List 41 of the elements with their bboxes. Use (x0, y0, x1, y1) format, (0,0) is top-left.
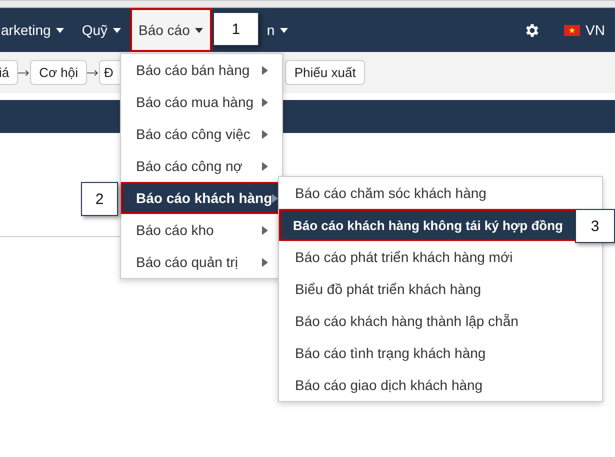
nav-menu-item[interactable]: arketing (0, 8, 73, 52)
nav-menu-item[interactable]: Báo cáo (130, 8, 212, 52)
menu-item[interactable]: Báo cáo khách hàng thành lập chẵn (279, 305, 602, 337)
step-callout: 3 (575, 209, 615, 243)
workflow-step-button[interactable]: Cơ hội (30, 60, 87, 85)
nav-menu-label: arketing (1, 22, 51, 38)
workflow-step-button[interactable]: Phiếu xuất (285, 60, 365, 85)
nav-menu-item[interactable]: Quỹ (72, 8, 130, 52)
nav-menu-item[interactable]: n (258, 8, 297, 52)
submenu-arrow-icon (262, 98, 268, 106)
menu-item[interactable]: Báo cáo bán hàng (121, 54, 282, 86)
arrow-icon (87, 68, 99, 76)
nav-menu-label: n (266, 22, 275, 38)
nav-menu-label: Quỹ (82, 22, 108, 38)
workflow-step-button[interactable]: Đ (99, 60, 122, 85)
caret-icon (56, 28, 64, 32)
menu-item[interactable]: Báo cáo khách hàng không tái ký hợp đồng (279, 209, 577, 241)
menu-item[interactable]: Báo cáo tình trạng khách hàng (279, 337, 602, 369)
caret-icon (112, 28, 120, 32)
caret-icon (280, 28, 288, 32)
submenu-arrow-icon (262, 162, 268, 170)
arrow-icon (18, 68, 30, 76)
nav-menu-label: Báo cáo (138, 22, 190, 38)
menu-item[interactable]: Báo cáo công việc (121, 118, 282, 150)
menu-item[interactable]: Báo cáo giao dịch khách hàng (279, 369, 602, 401)
flag-icon (564, 24, 580, 36)
submenu-arrow-icon (262, 258, 268, 266)
submenu-arrow-icon (262, 130, 268, 138)
submenu-arrow-icon (262, 66, 268, 74)
step-callout: 2 (81, 182, 118, 216)
menu-item[interactable]: Báo cáo mua hàng (121, 86, 282, 118)
submenu-arrow-icon (272, 194, 278, 202)
menu-item[interactable]: Báo cáo công nợ (121, 150, 282, 182)
step-callout: 1 (212, 12, 259, 46)
menu-item[interactable]: Báo cáo chăm sóc khách hàng (279, 177, 602, 209)
menu-item[interactable]: Biểu đồ phát triển khách hàng (279, 273, 602, 305)
workflow-step-button[interactable]: iá (0, 60, 18, 85)
language-label[interactable]: VN (586, 22, 605, 38)
menu-item[interactable]: Báo cáo phát triển khách hàng mới (279, 241, 602, 273)
caret-icon (194, 28, 203, 32)
submenu-arrow-icon (262, 226, 268, 234)
